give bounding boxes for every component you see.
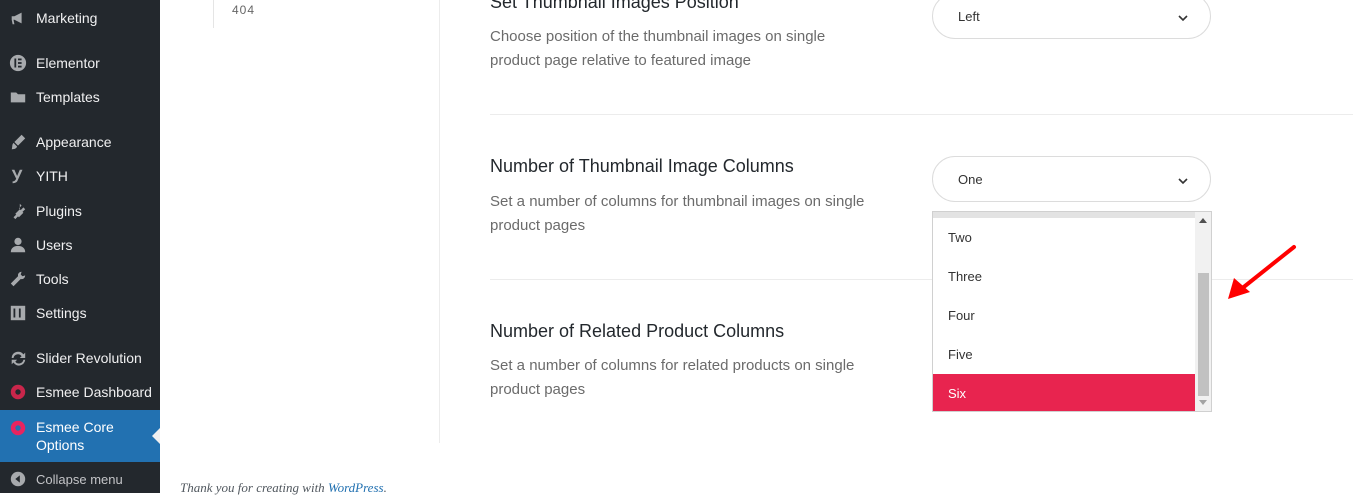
sidebar-item-settings[interactable]: Settings: [0, 296, 160, 330]
dropdown-option-four[interactable]: Four: [933, 296, 1195, 335]
sidebar-item-tools[interactable]: Tools: [0, 262, 160, 296]
paintbrush-icon: [8, 132, 28, 152]
sidebar-item-elementor[interactable]: Elementor: [0, 46, 160, 80]
sidebar-item-plugins[interactable]: Plugins: [0, 194, 160, 228]
sidebar-item-yith[interactable]: YITH: [0, 159, 160, 193]
sidebar-item-label: Tools: [36, 271, 69, 287]
sliders-icon: [8, 303, 28, 323]
section-title-thumb-columns: Number of Thumbnail Image Columns: [490, 156, 794, 176]
chevron-down-icon: [1178, 174, 1188, 185]
section-desc-thumb-position: Choose position of the thumbnail images …: [490, 28, 826, 69]
sidebar-item-slider-revolution[interactable]: Slider Revolution: [0, 341, 160, 375]
dropdown-option-five[interactable]: Five: [933, 335, 1195, 374]
dropdown-option-two[interactable]: Two: [933, 218, 1195, 257]
options-nav-border: [213, 0, 214, 28]
sidebar-item-label: Plugins: [36, 203, 82, 219]
scrollbar-thumb[interactable]: [1198, 273, 1209, 396]
wrench-icon: [8, 269, 28, 289]
section-title-related-columns: Number of Related Product Columns: [490, 321, 785, 341]
sidebar-item-label: Appearance: [36, 134, 112, 150]
admin-sidebar: Marketing Elementor Templates Appearance…: [0, 0, 160, 493]
section-title-thumb-position: Set Thumbnail Images Position: [490, 0, 739, 12]
select-value: Left: [958, 8, 980, 24]
chevron-down-icon: [1178, 11, 1188, 22]
section-desc-related-columns: Set a number of columns for related prod…: [490, 357, 855, 398]
sidebar-item-templates[interactable]: Templates: [0, 80, 160, 114]
thumb-columns-dropdown-list[interactable]: Two Three Four Five Six: [932, 211, 1212, 412]
sidebar-item-users[interactable]: Users: [0, 228, 160, 262]
section-desc-thumb-columns: Set a number of columns for thumbnail im…: [490, 193, 865, 234]
admin-footer: Thank you for creating with WordPress.: [180, 480, 387, 496]
sidebar-item-marketing[interactable]: Marketing: [0, 1, 160, 35]
collapse-menu-button[interactable]: Collapse menu: [0, 462, 160, 496]
select-value: One: [958, 171, 983, 187]
sidebar-item-label: Esmee Core Options: [36, 419, 114, 453]
collapse-icon: [8, 469, 28, 489]
panel-divider: [439, 0, 440, 443]
scroll-down-arrow-icon[interactable]: [1199, 400, 1207, 405]
refresh-icon: [8, 348, 28, 368]
esmee-icon: [8, 418, 28, 438]
dropdown-option-six[interactable]: Six: [933, 374, 1195, 411]
thumb-columns-select[interactable]: One: [932, 156, 1211, 202]
plugin-icon: [8, 201, 28, 221]
sidebar-item-label: Esmee Dashboard: [36, 384, 152, 400]
dropdown-option-three[interactable]: Three: [933, 257, 1195, 296]
sidebar-item-label: Collapse menu: [36, 471, 123, 487]
sidebar-item-label: Users: [36, 237, 73, 253]
esmee-icon: [8, 382, 28, 402]
dropdown-scrollbar[interactable]: [1195, 212, 1211, 411]
yith-icon: [8, 166, 28, 186]
sidebar-item-label: Templates: [36, 89, 100, 105]
folder-icon: [8, 87, 28, 107]
sidebar-item-label: Elementor: [36, 55, 100, 71]
thumb-position-select[interactable]: Left: [932, 0, 1211, 39]
sidebar-item-appearance[interactable]: Appearance: [0, 125, 160, 159]
sidebar-item-label: YITH: [36, 168, 68, 184]
megaphone-icon: [8, 8, 28, 28]
sidebar-item-label: Settings: [36, 305, 87, 321]
sidebar-item-esmee-core-options[interactable]: Esmee Core Options: [0, 410, 160, 462]
section-divider: [490, 114, 1353, 115]
options-nav-item-404[interactable]: 404: [232, 3, 255, 17]
scroll-up-arrow-icon[interactable]: [1199, 218, 1207, 223]
elementor-icon: [8, 53, 28, 73]
sidebar-item-label: Marketing: [36, 10, 98, 26]
sidebar-item-esmee-dashboard[interactable]: Esmee Dashboard: [0, 375, 160, 409]
annotation-arrow-icon: [1228, 245, 1296, 299]
user-icon: [8, 235, 28, 255]
sidebar-item-label: Slider Revolution: [36, 350, 142, 366]
